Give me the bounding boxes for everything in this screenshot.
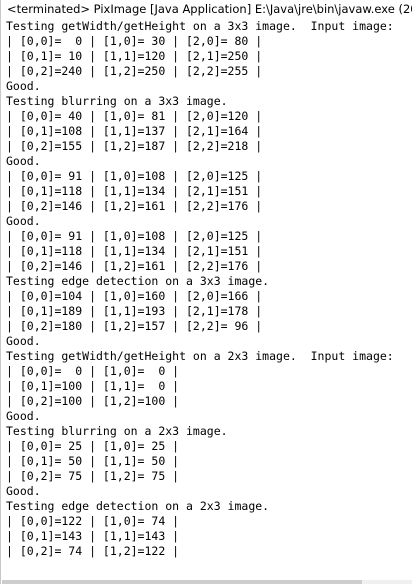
console-line: | [0,2]= 74 | [1,2]=122 | xyxy=(6,544,180,558)
console-line: | [0,2]=240 | [1,2]=250 | [2,2]=255 | xyxy=(6,64,263,78)
console-line: | [0,0]= 0 | [1,0]= 30 | [2,0]= 80 | xyxy=(6,34,263,48)
console-line: | [0,1]=108 | [1,1]=137 | [2,1]=164 | xyxy=(6,124,263,138)
console-title: <terminated> PixImage [Java Application]… xyxy=(1,0,412,18)
console-line: | [0,2]=146 | [1,2]=161 | [2,2]=176 | xyxy=(6,199,263,213)
console-line: Good. xyxy=(6,154,41,168)
console-line: Testing blurring on a 3x3 image. xyxy=(6,94,228,108)
console-line: | [0,0]= 40 | [1,0]= 81 | [2,0]=120 | xyxy=(6,109,263,123)
console-line: Good. xyxy=(6,409,41,423)
console-line: | [0,1]=143 | [1,1]=143 | xyxy=(6,529,180,543)
horizontal-scrollbar[interactable] xyxy=(2,580,412,584)
console-line: | [0,0]= 25 | [1,0]= 25 | xyxy=(6,439,180,453)
console-line: | [0,0]= 0 | [1,0]= 0 | xyxy=(6,364,180,378)
console-line: | [0,1]= 10 | [1,1]=120 | [2,1]=250 | xyxy=(6,49,263,63)
console-line: | [0,0]= 91 | [1,0]=108 | [2,0]=125 | xyxy=(6,169,263,183)
console-line: Good. xyxy=(6,484,41,498)
scrollbar-thumb[interactable] xyxy=(2,580,362,584)
console-line: | [0,2]= 75 | [1,2]= 75 | xyxy=(6,469,180,483)
console-line: | [0,2]=180 | [1,2]=157 | [2,2]= 96 | xyxy=(6,319,263,333)
console-line: | [0,1]=118 | [1,1]=134 | [2,1]=151 | xyxy=(6,184,263,198)
console-line: | [0,1]=189 | [1,1]=193 | [2,1]=178 | xyxy=(6,304,263,318)
console-line: Good. xyxy=(6,214,41,228)
console-line: | [0,1]=118 | [1,1]=134 | [2,1]=151 | xyxy=(6,244,263,258)
console-line: | [0,0]=104 | [1,0]=160 | [2,0]=166 | xyxy=(6,289,263,303)
console-line: Good. xyxy=(6,79,41,93)
console-line: | [0,1]= 50 | [1,1]= 50 | xyxy=(6,454,180,468)
console-line: | [0,2]=155 | [1,2]=187 | [2,2]=218 | xyxy=(6,139,263,153)
console-line: | [0,2]=100 | [1,2]=100 | xyxy=(6,394,180,408)
console-line: Good. xyxy=(6,334,41,348)
console-line: Testing getWidth/getHeight on a 2x3 imag… xyxy=(6,349,394,363)
console-line: Testing edge detection on a 2x3 image. xyxy=(6,499,270,513)
console-line: | [0,0]=122 | [1,0]= 74 | xyxy=(6,514,180,528)
console-output[interactable]: Testing getWidth/getHeight on a 3x3 imag… xyxy=(6,19,412,559)
console-line: Testing blurring on a 2x3 image. xyxy=(6,424,228,438)
console-line: Testing edge detection on a 3x3 image. xyxy=(6,274,270,288)
console-line: Testing getWidth/getHeight on a 3x3 imag… xyxy=(6,19,394,33)
console-line: | [0,2]=146 | [1,2]=161 | [2,2]=176 | xyxy=(6,259,263,273)
console-line: | [0,1]=100 | [1,1]= 0 | xyxy=(6,379,180,393)
console-line: | [0,0]= 91 | [1,0]=108 | [2,0]=125 | xyxy=(6,229,263,243)
